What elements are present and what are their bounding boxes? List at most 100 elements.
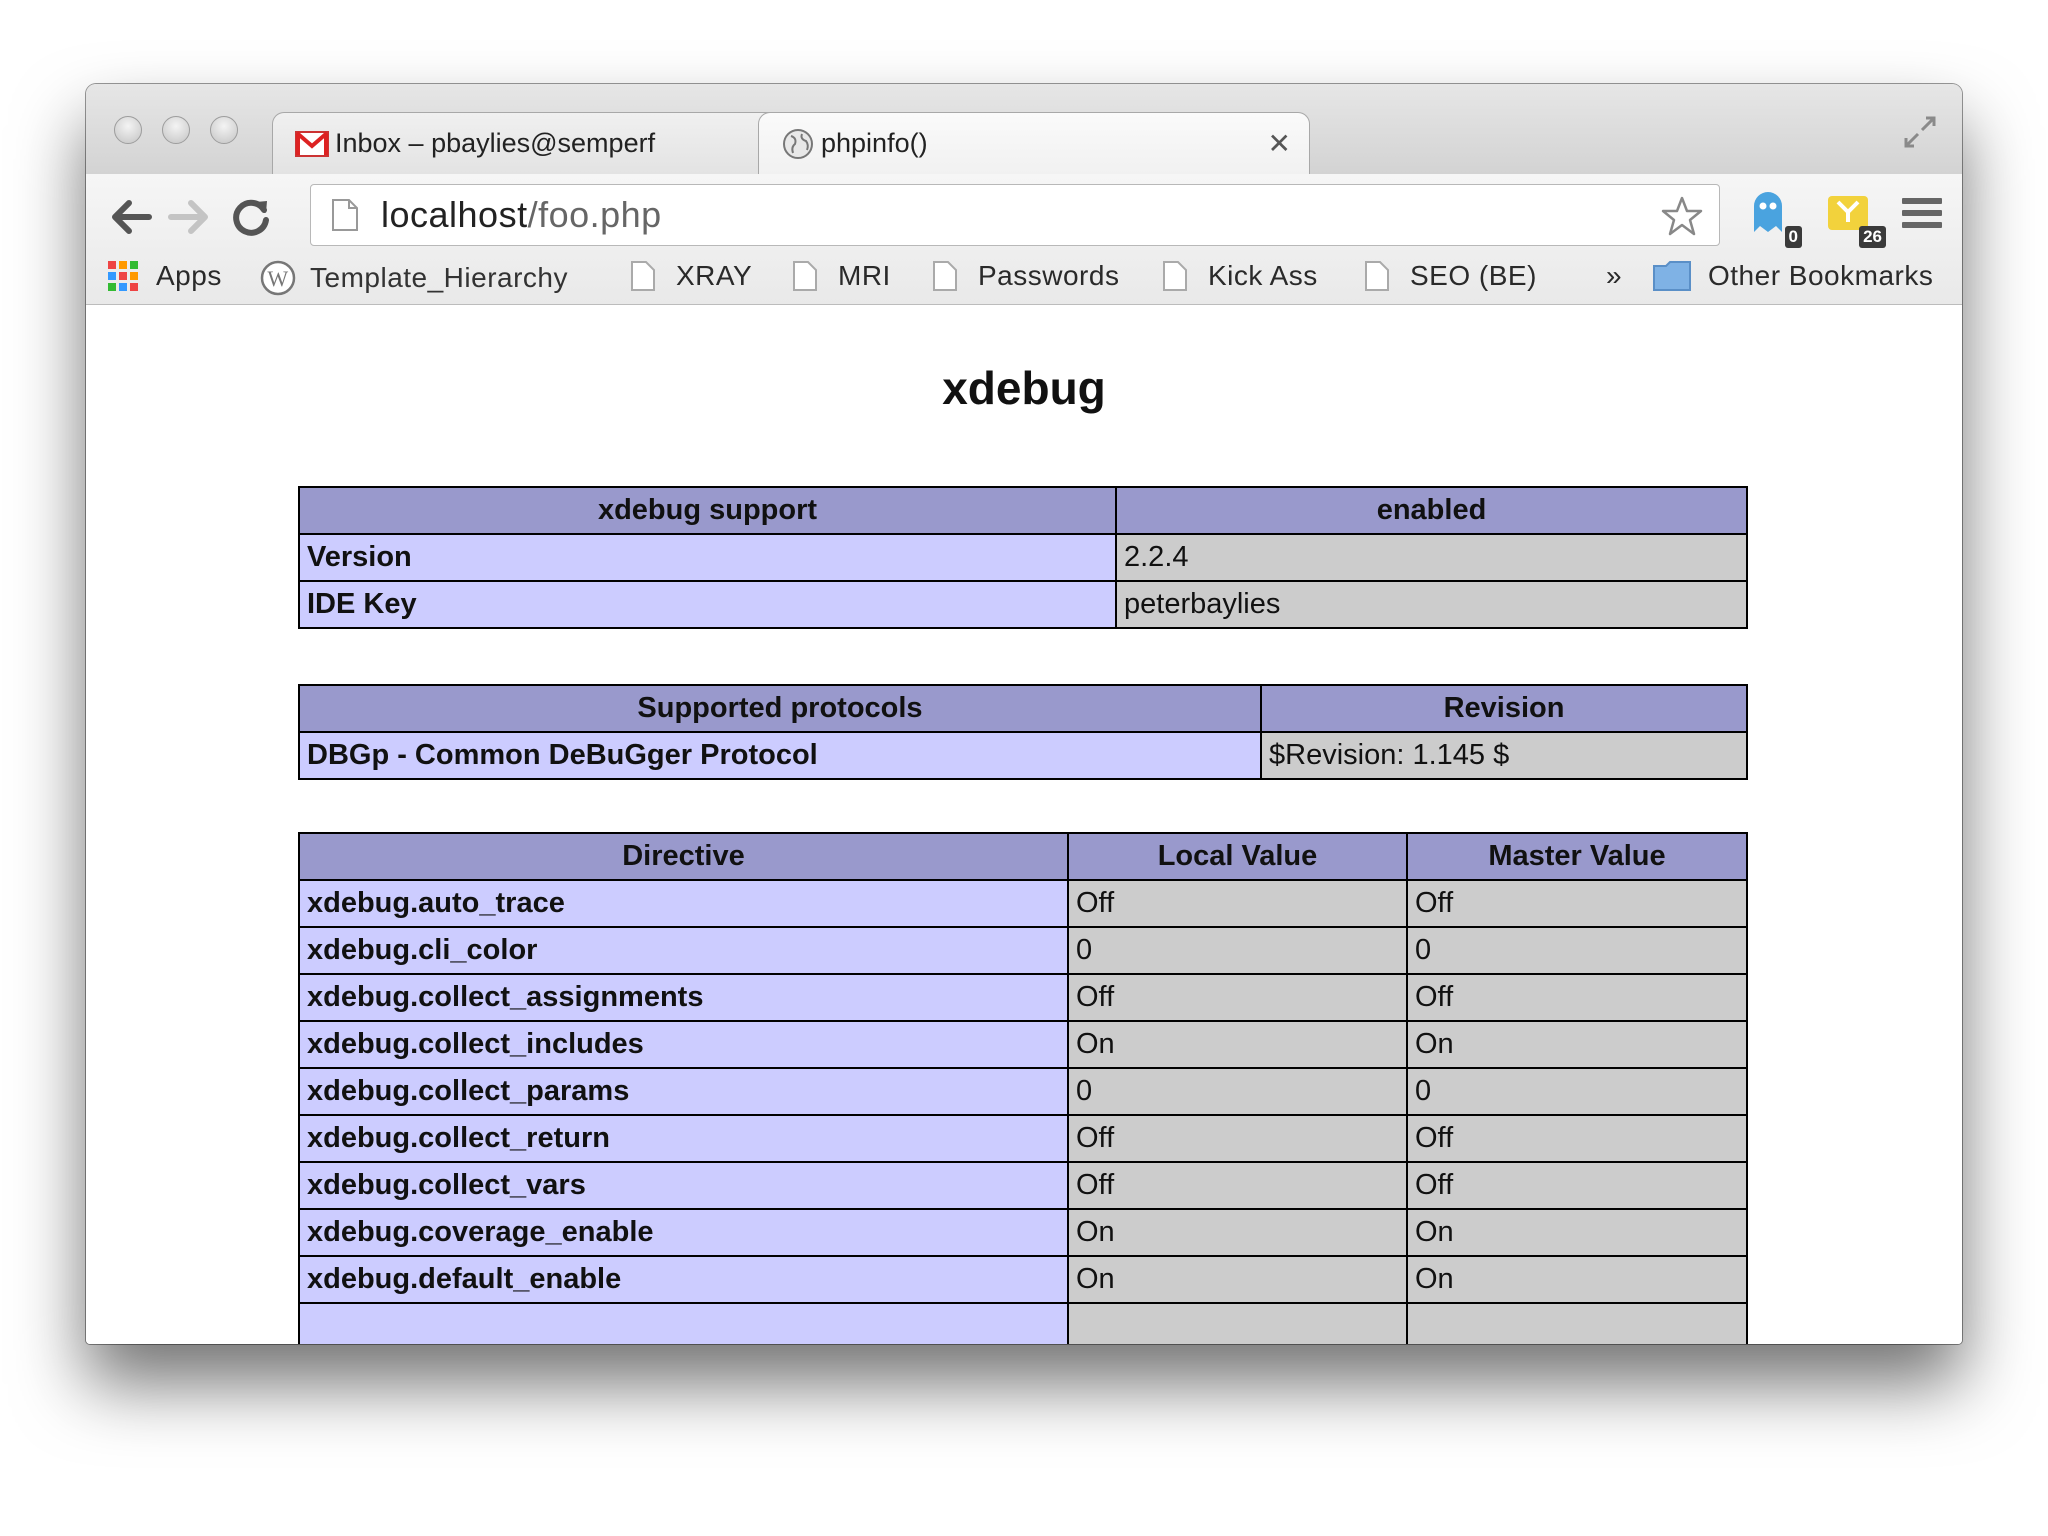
ghostery-icon[interactable]: 0 [1746, 188, 1802, 248]
table-cell-local-value: On [1067, 1020, 1408, 1069]
bookmarks-overflow-button[interactable]: » [1606, 260, 1622, 292]
reload-button[interactable] [226, 192, 276, 242]
protocols-table: Supported protocols Revision DBGp - Comm… [298, 684, 1748, 780]
tab-phpinfo[interactable]: phpinfo() ✕ [758, 112, 1310, 174]
table-cell-local-value: 0 [1067, 926, 1408, 975]
bookmark-label: XRAY [676, 260, 753, 291]
table-header-row: Supported protocols Revision [298, 684, 1748, 733]
folder-icon [1653, 261, 1691, 291]
table-cell-directive: xdebug.auto_trace [298, 879, 1069, 928]
table-cell-directive: xdebug.collect_includes [298, 1020, 1069, 1069]
url-path: /foo.php [527, 194, 662, 235]
table-row: xdebug.collect_return Off Off [298, 1114, 1748, 1163]
table-cell-directive: xdebug.collect_assignments [298, 973, 1069, 1022]
table-row [298, 1302, 1748, 1344]
extension-icon[interactable]: 26 [1824, 188, 1886, 248]
table-cell-value: peterbaylies [1115, 580, 1748, 629]
back-button[interactable] [106, 192, 156, 242]
table-cell-local-value: 0 [1067, 1067, 1408, 1116]
table-cell-local-value: On [1067, 1208, 1408, 1257]
tab-title: phpinfo() [821, 128, 928, 158]
table-row: xdebug.coverage_enable On On [298, 1208, 1748, 1257]
minimize-window-button[interactable] [162, 116, 190, 144]
table-header-row: Directive Local Value Master Value [298, 832, 1748, 881]
bookmark-label: Kick Ass [1208, 260, 1318, 291]
table-header: Supported protocols [298, 684, 1262, 733]
url-text[interactable]: localhost/foo.php [381, 194, 662, 236]
zoom-window-button[interactable] [210, 116, 238, 144]
browser-window: Inbox – pbaylies@semperf ✕ phpinfo() ✕ [86, 84, 1962, 1344]
back-arrow-icon [112, 200, 152, 234]
address-bar[interactable]: localhost/foo.php [310, 184, 1720, 246]
table-cell-local-value: Off [1067, 879, 1408, 928]
table-cell-directive: xdebug.default_enable [298, 1255, 1069, 1304]
gmail-icon [295, 127, 329, 161]
tab-title: Inbox – pbaylies@semperf [335, 128, 656, 158]
close-tab-icon[interactable]: ✕ [1268, 127, 1291, 160]
table-header-row: xdebug support enabled [298, 486, 1748, 535]
hamburger-menu-icon[interactable] [1902, 198, 1942, 234]
bookmark-label: SEO (BE) [1410, 260, 1537, 291]
bookmark-passwords[interactable]: Passwords [932, 260, 1119, 292]
bookmark-star-icon[interactable] [1661, 195, 1703, 237]
table-row: xdebug.collect_includes On On [298, 1020, 1748, 1069]
page-icon [793, 261, 817, 291]
tab-inbox[interactable]: Inbox – pbaylies@semperf ✕ [272, 112, 838, 174]
table-cell-directive [298, 1302, 1069, 1344]
bookmark-kick-ass[interactable]: Kick Ass [1162, 260, 1318, 292]
directives-table: Directive Local Value Master Value xdebu… [298, 832, 1748, 1344]
table-row: IDE Key peterbaylies [298, 580, 1748, 629]
forward-button[interactable] [164, 192, 214, 242]
globe-icon [781, 127, 815, 161]
table-cell-master-value: Off [1406, 1114, 1748, 1163]
bookmark-label: MRI [838, 260, 891, 291]
table-row: xdebug.collect_vars Off Off [298, 1161, 1748, 1210]
chevron-double-right-icon: » [1606, 260, 1623, 291]
table-row: xdebug.auto_trace Off Off [298, 879, 1748, 928]
bookmark-mri[interactable]: MRI [792, 260, 891, 292]
table-cell-key: Version [298, 533, 1117, 582]
bookmark-label: Other Bookmarks [1708, 260, 1934, 291]
table-header: Directive [298, 832, 1069, 881]
table-cell-master-value: 0 [1406, 926, 1748, 975]
other-bookmarks-button[interactable]: Other Bookmarks [1652, 260, 1933, 292]
table-cell-directive: xdebug.collect_return [298, 1114, 1069, 1163]
support-table: xdebug support enabled Version 2.2.4 IDE… [298, 486, 1748, 629]
bookmark-template-hierarchy[interactable]: W Template_Hierarchy [260, 260, 568, 296]
svg-text:W: W [267, 266, 288, 291]
page-icon [631, 261, 655, 291]
table-cell-local-value: Off [1067, 1161, 1408, 1210]
table-cell-master-value: 0 [1406, 1067, 1748, 1116]
table-cell-master-value: On [1406, 1208, 1748, 1257]
table-cell-directive: xdebug.coverage_enable [298, 1208, 1069, 1257]
page-title: xdebug [942, 362, 1106, 414]
extension-badge: 26 [1859, 226, 1886, 248]
bookmark-apps[interactable]: Apps [108, 260, 222, 292]
apps-grid-icon [108, 261, 138, 291]
forward-arrow-icon [168, 200, 208, 234]
table-cell-local-value: Off [1067, 1114, 1408, 1163]
table-cell-local-value: Off [1067, 973, 1408, 1022]
table-cell-master-value [1406, 1302, 1748, 1344]
close-window-button[interactable] [114, 116, 142, 144]
page-content: xdebug xdebug support enabled Version 2.… [86, 305, 1962, 1344]
table-cell-local-value [1067, 1302, 1408, 1344]
table-cell-master-value: On [1406, 1020, 1748, 1069]
bookmarks-bar: Apps W Template_Hierarchy XRAY MRI Passw… [86, 256, 1962, 304]
table-header: Local Value [1067, 832, 1408, 881]
table-cell-key: IDE Key [298, 580, 1117, 629]
wordpress-icon: W [260, 260, 296, 296]
table-header: Master Value [1406, 832, 1748, 881]
table-row: xdebug.collect_params 0 0 [298, 1067, 1748, 1116]
table-cell-master-value: Off [1406, 973, 1748, 1022]
fullscreen-icon[interactable] [1900, 112, 1940, 152]
bookmark-seo-be[interactable]: SEO (BE) [1364, 260, 1537, 292]
bookmark-label: Apps [156, 260, 222, 291]
page-icon [933, 261, 957, 291]
page-icon [1163, 261, 1187, 291]
table-row: DBGp - Common DeBuGger Protocol $Revisio… [298, 731, 1748, 780]
bookmark-xray[interactable]: XRAY [630, 260, 752, 292]
table-cell-local-value: On [1067, 1255, 1408, 1304]
tab-strip: Inbox – pbaylies@semperf ✕ phpinfo() ✕ [86, 84, 1962, 174]
table-header: enabled [1115, 486, 1748, 535]
